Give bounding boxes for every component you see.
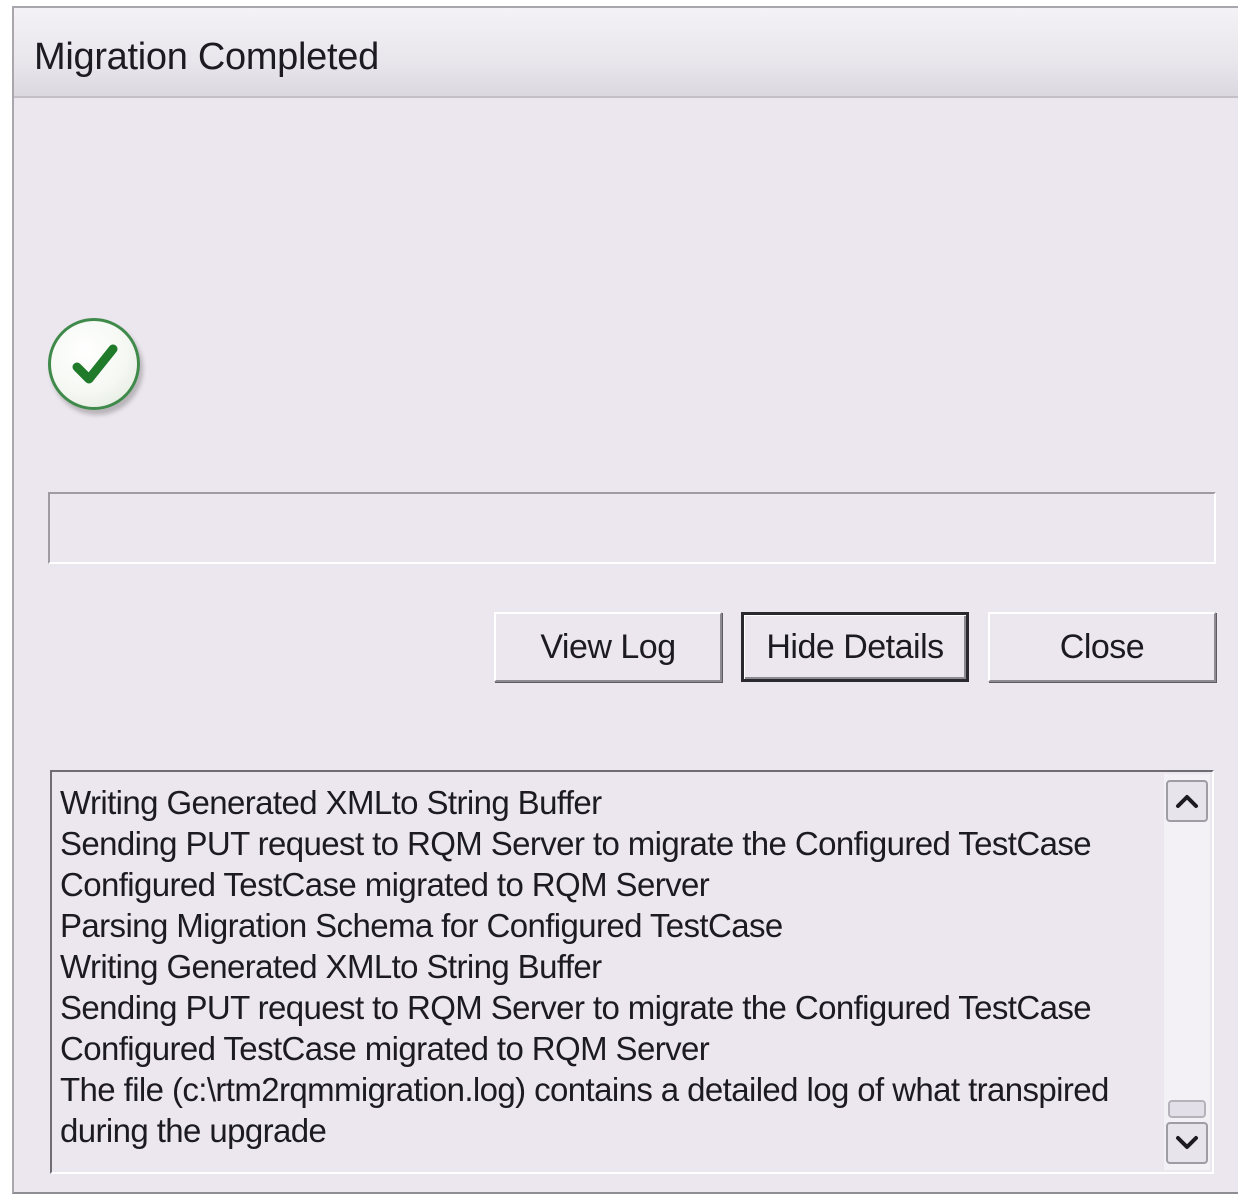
scroll-thumb[interactable] bbox=[1168, 1100, 1206, 1118]
close-button[interactable]: Close bbox=[988, 612, 1216, 682]
details-log-line: Writing Generated XMLto String Buffer bbox=[60, 948, 602, 985]
vertical-scrollbar[interactable] bbox=[1164, 774, 1210, 1170]
details-log-line: The file (c:\rtm2rqmmigration.log) conta… bbox=[60, 1071, 1109, 1108]
details-log-line: Sending PUT request to RQM Server to mig… bbox=[60, 825, 1092, 862]
title-bar: Migration Completed bbox=[14, 8, 1238, 98]
scroll-down-button[interactable] bbox=[1166, 1122, 1208, 1164]
checkmark-glyph bbox=[72, 344, 118, 384]
migration-dialog: Migration Completed View Log Hide Detail… bbox=[12, 6, 1238, 1194]
dialog-title: Migration Completed bbox=[34, 36, 379, 78]
details-log-line: Writing Generated XMLto String Buffer bbox=[60, 784, 602, 821]
chevron-down-icon bbox=[1176, 1136, 1198, 1149]
details-log-line: Parsing Migration Schema for Configured … bbox=[60, 907, 783, 944]
scroll-up-button[interactable] bbox=[1166, 780, 1208, 822]
chevron-up-icon bbox=[1176, 795, 1198, 808]
details-log-line: during the upgrade bbox=[60, 1112, 327, 1149]
progress-bar bbox=[48, 492, 1216, 564]
details-log-line: Configured TestCase migrated to RQM Serv… bbox=[60, 1030, 710, 1067]
hide-details-button[interactable]: Hide Details bbox=[741, 612, 969, 682]
details-log-text: Writing Generated XMLto String Buffer Sen… bbox=[60, 782, 1154, 1151]
checkmark-success-icon bbox=[48, 318, 140, 410]
details-log-box[interactable]: Writing Generated XMLto String Buffer Sen… bbox=[50, 770, 1214, 1174]
details-log-line: Sending PUT request to RQM Server to mig… bbox=[60, 989, 1092, 1026]
view-log-button[interactable]: View Log bbox=[494, 612, 722, 682]
details-log-line: Configured TestCase migrated to RQM Serv… bbox=[60, 866, 710, 903]
